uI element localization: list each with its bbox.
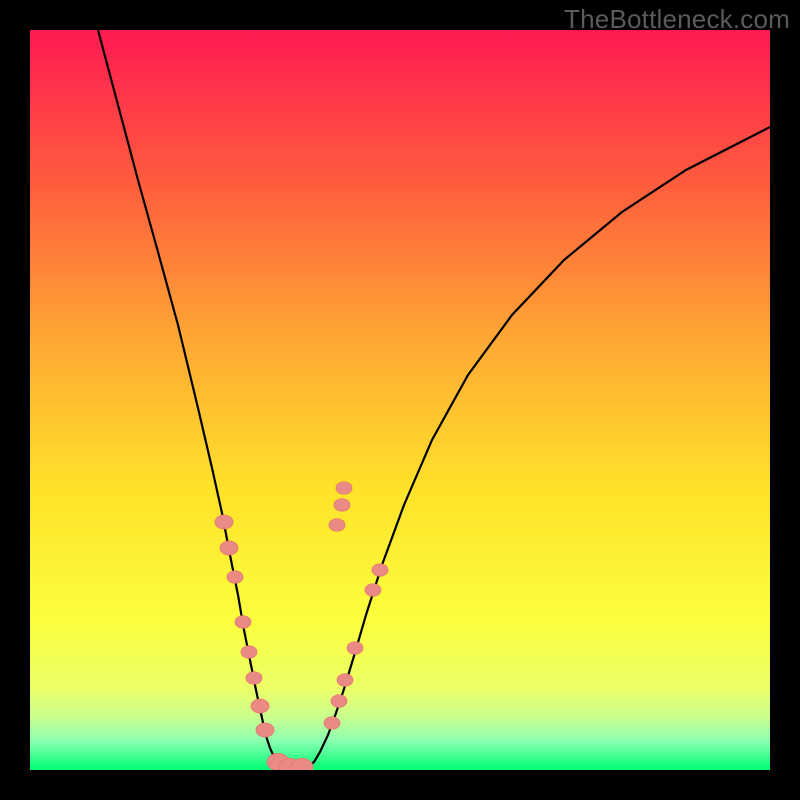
data-marker xyxy=(235,616,251,628)
watermark-text: TheBottleneck.com xyxy=(564,4,790,35)
data-marker xyxy=(337,674,353,686)
data-marker xyxy=(372,564,388,576)
plot-area xyxy=(30,30,770,770)
data-marker xyxy=(220,541,238,555)
data-marker xyxy=(256,723,274,737)
chart-svg xyxy=(30,30,770,770)
chart-frame: TheBottleneck.com xyxy=(0,0,800,800)
data-marker xyxy=(347,642,363,654)
data-marker xyxy=(336,482,352,494)
data-marker xyxy=(241,646,257,658)
data-marker xyxy=(324,717,340,729)
data-marker xyxy=(246,672,262,684)
data-marker xyxy=(215,515,233,529)
gradient-background xyxy=(30,30,770,770)
data-marker xyxy=(251,699,269,713)
data-marker xyxy=(334,499,350,511)
data-marker xyxy=(329,519,345,531)
data-marker xyxy=(331,695,347,707)
data-marker xyxy=(227,571,243,583)
data-marker xyxy=(365,584,381,596)
